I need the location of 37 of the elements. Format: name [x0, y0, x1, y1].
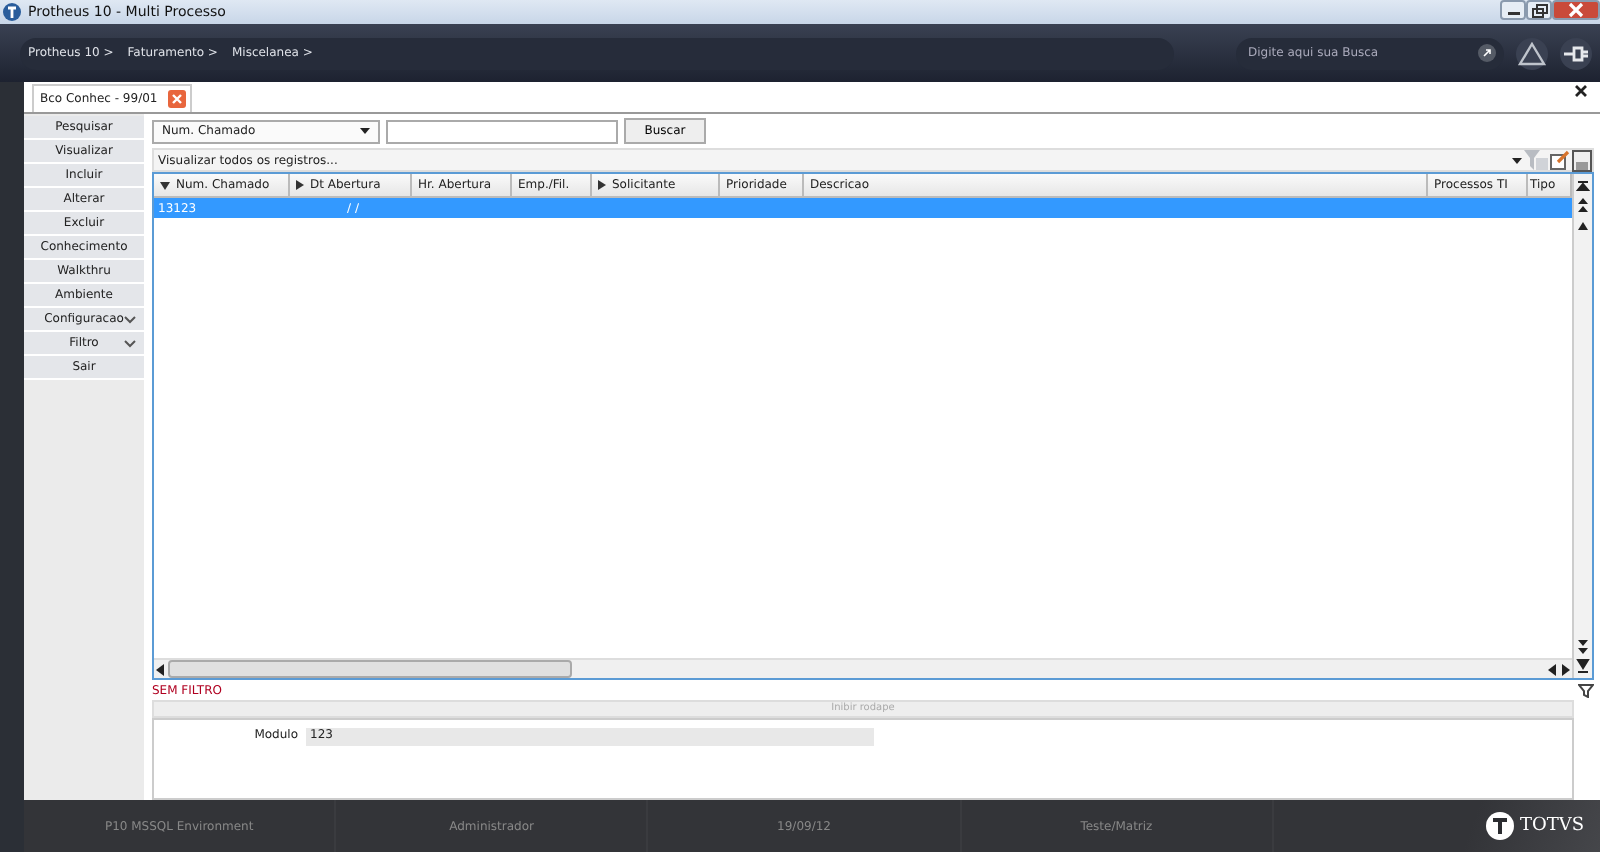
scroll-page-up-icon[interactable] [1576, 198, 1590, 214]
search-icon [1478, 44, 1496, 62]
search-input[interactable] [386, 119, 618, 143]
close-icon [1568, 2, 1584, 18]
scroll-left-icon[interactable] [154, 663, 166, 675]
maximize-button[interactable] [1526, 0, 1552, 20]
minimize-button[interactable] [1500, 0, 1526, 20]
chevron-icon [124, 315, 136, 323]
expand-icon [296, 180, 304, 190]
close-button[interactable] [1552, 0, 1600, 20]
vertical-scrollbar[interactable] [1572, 174, 1592, 678]
caret-icon[interactable] [1512, 157, 1522, 163]
scroll-first-icon[interactable] [1576, 178, 1590, 194]
expand-icon [598, 180, 606, 190]
caret-icon [360, 128, 370, 134]
chevron-icon [124, 339, 136, 347]
close-icon[interactable] [1574, 84, 1588, 98]
logo-icon [1485, 812, 1514, 840]
scroll-up-icon[interactable] [1576, 218, 1590, 234]
horizontal-scrollbar[interactable] [154, 658, 1572, 678]
close-tab-icon[interactable] [167, 90, 186, 108]
sort-icon [160, 181, 170, 189]
plug-icon [1562, 41, 1590, 65]
filter-icon[interactable] [1578, 683, 1594, 697]
alert-button[interactable] [1516, 37, 1548, 69]
save-icon[interactable] [1572, 149, 1592, 171]
scroll-right-icon[interactable] [1560, 663, 1572, 675]
restore-icon [1531, 3, 1547, 17]
scroll-left-icon[interactable] [1546, 663, 1558, 675]
app-icon [2, 2, 22, 22]
scroll-page-down-icon[interactable] [1576, 638, 1590, 654]
scroll-last-icon[interactable] [1576, 658, 1590, 674]
scroll-thumb[interactable] [168, 660, 572, 678]
warning-icon [1518, 41, 1546, 65]
edit-icon[interactable] [1550, 150, 1570, 170]
brand-name: TOTVS [1519, 816, 1585, 836]
exit-button[interactable] [1560, 37, 1592, 69]
